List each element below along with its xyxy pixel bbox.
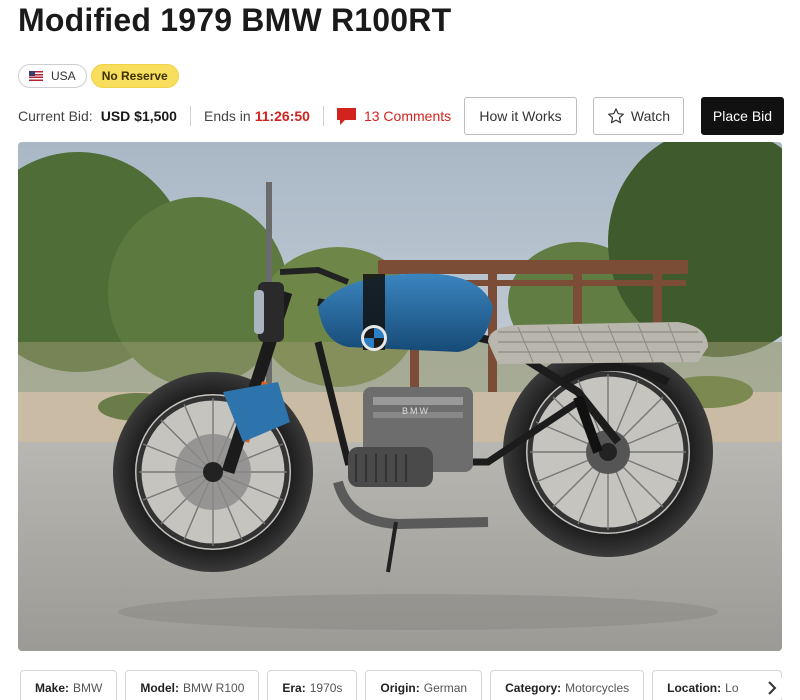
spec-scroll-right-button[interactable] [762, 678, 782, 698]
how-it-works-button[interactable]: How it Works [464, 97, 577, 135]
spec-chips: Make: BMW Model: BMW R100 Era: 1970s Ori… [20, 670, 783, 700]
watch-label: Watch [630, 108, 671, 124]
chevron-right-icon [768, 681, 777, 695]
motorcycle-photo: BMW [18, 142, 782, 651]
country-badge: USA [18, 64, 87, 88]
divider [322, 106, 324, 126]
engine-label: BMW [402, 406, 430, 416]
spec-era[interactable]: Era: 1970s [267, 670, 358, 700]
ends-in-label: Ends in [203, 108, 251, 124]
listing-photo[interactable]: BMW [18, 142, 782, 651]
current-bid-value: USD $1,500 [100, 108, 177, 124]
spec-key: Model: [140, 681, 180, 695]
spec-model[interactable]: Model: BMW R100 [125, 670, 260, 700]
spec-key: Location: [667, 681, 722, 695]
place-bid-button[interactable]: Place Bid [701, 97, 784, 135]
spec-category[interactable]: Category: Motorcycles [490, 670, 645, 700]
spec-origin[interactable]: Origin: German [365, 670, 483, 700]
no-reserve-badge: No Reserve [90, 64, 179, 88]
spec-value: BMW R100 [183, 681, 245, 695]
countdown-timer: 11:26:50 [254, 108, 310, 124]
spec-value: BMW [73, 681, 103, 695]
spec-key: Make: [35, 681, 70, 695]
flag-us-icon [29, 71, 43, 81]
watch-button[interactable]: Watch [593, 97, 684, 135]
divider [189, 106, 191, 126]
spec-key: Category: [505, 681, 562, 695]
country-label: USA [51, 69, 76, 83]
comment-icon [336, 107, 356, 125]
spec-value: Motorcycles [565, 681, 630, 695]
comments-count: 13 Comments [363, 108, 452, 124]
spec-make[interactable]: Make: BMW [20, 670, 118, 700]
spec-key: Era: [282, 681, 306, 695]
bid-bar: Current Bid: USD $1,500 Ends in 11:26:50… [18, 97, 784, 135]
comments-link[interactable]: 13 Comments [336, 107, 452, 125]
current-bid-label: Current Bid: [18, 108, 93, 124]
spec-value: Lo [725, 681, 739, 695]
spec-value: 1970s [309, 681, 343, 695]
spec-key: Origin: [380, 681, 420, 695]
star-icon [607, 108, 624, 124]
spec-value: German [423, 681, 468, 695]
listing-badges: USA No Reserve [18, 64, 179, 88]
listing-title: Modified 1979 BMW R100RT [18, 2, 452, 38]
